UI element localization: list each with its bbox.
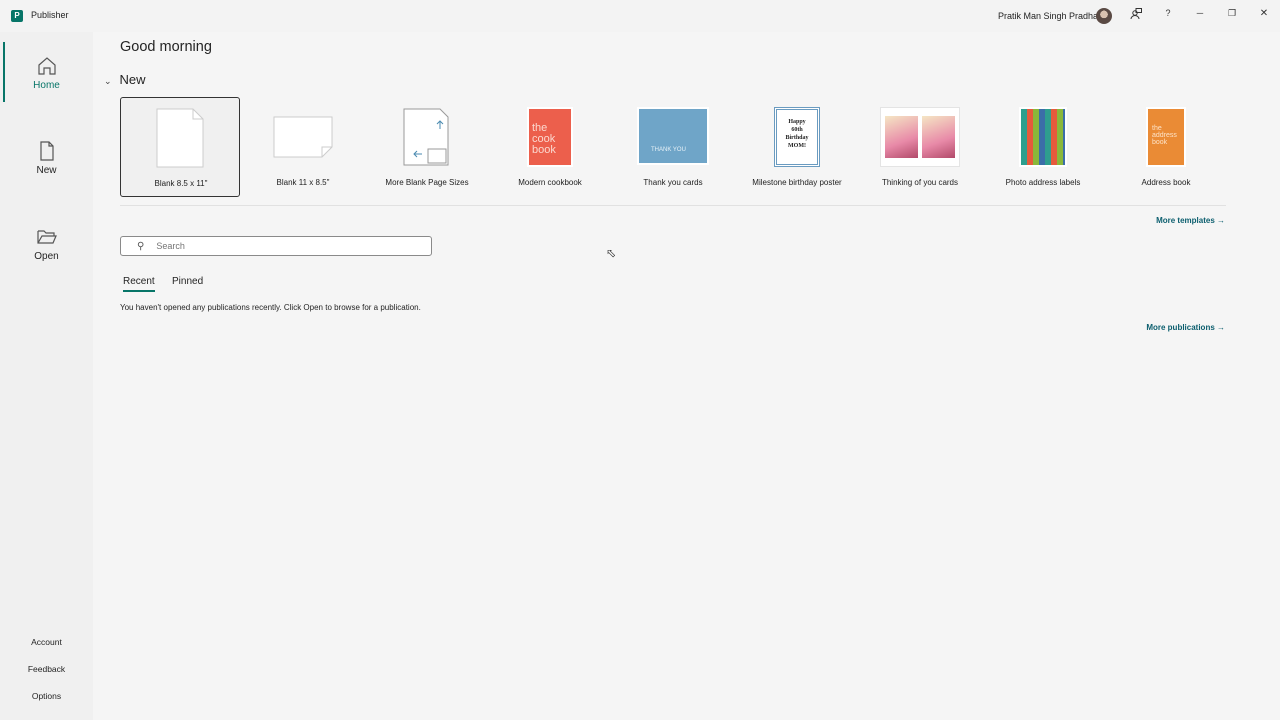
template-label: Blank 11 x 8.5" [276, 178, 330, 187]
help-icon[interactable]: ? [1160, 8, 1176, 18]
sidebar-feedback[interactable]: Feedback [0, 664, 93, 674]
sidebar-item-label: Open [34, 251, 59, 262]
avatar[interactable] [1096, 8, 1112, 24]
template-label: Photo address labels [1005, 178, 1081, 187]
new-document-icon [39, 141, 54, 161]
mouse-cursor-icon: ⬁ [606, 246, 617, 260]
feedback-icon[interactable] [1128, 8, 1144, 23]
template-blank-landscape[interactable]: Blank 11 x 8.5" [243, 97, 363, 197]
template-milestone-birthday[interactable]: Happy 60th Birthday MOM! Milestone birth… [737, 97, 857, 197]
sidebar-item-open[interactable]: Open [0, 227, 93, 262]
chevron-down-icon: ⌄ [104, 76, 112, 86]
minimize-button[interactable]: ─ [1192, 8, 1208, 18]
more-publications-link[interactable]: More publications → [1146, 323, 1225, 332]
template-address-book[interactable]: the address book Address book [1106, 97, 1226, 197]
close-button[interactable]: ✕ [1256, 8, 1272, 19]
app-title: Publisher [31, 10, 69, 20]
greeting: Good morning [120, 39, 212, 55]
address-book-thumb: the address book [1146, 107, 1186, 167]
template-label: Modern cookbook [518, 178, 582, 187]
template-thank-you-cards[interactable]: THANK YOU Thank you cards [613, 97, 733, 197]
tab-pinned[interactable]: Pinned [172, 276, 203, 290]
publisher-logo-icon: P [11, 10, 23, 22]
user-name[interactable]: Pratik Man Singh Pradhan [998, 11, 1103, 21]
new-section-toggle[interactable]: ⌄ New [104, 72, 146, 87]
template-label: Milestone birthday poster [752, 178, 842, 187]
cookbook-thumb: the cook book [527, 107, 573, 167]
tab-recent[interactable]: Recent [123, 276, 155, 292]
template-thinking-of-you[interactable]: Thinking of you cards [860, 97, 980, 197]
new-header: New [119, 72, 146, 87]
sidebar-item-home[interactable]: Home [0, 56, 93, 91]
search-icon: ⚲ [137, 240, 145, 252]
thank-you-thumb: THANK YOU [637, 107, 709, 165]
home-icon [37, 57, 56, 75]
birthday-thumb: Happy 60th Birthday MOM! [774, 107, 820, 167]
search-box[interactable]: ⚲ [120, 236, 432, 256]
sidebar-options[interactable]: Options [0, 691, 93, 701]
labels-thumb [1019, 107, 1067, 167]
more-templates-link[interactable]: More templates → [1156, 216, 1225, 225]
blank-portrait-thumb [155, 108, 205, 168]
sidebar: Home New Open Account Feedback Options [0, 32, 93, 720]
restore-button[interactable]: ❐ [1224, 8, 1240, 19]
sidebar-item-label: New [36, 165, 57, 176]
template-label: Thinking of you cards [881, 178, 959, 187]
title-bar: P Publisher Pratik Man Singh Pradhan ? ─… [0, 0, 1280, 32]
thinking-thumb [880, 107, 960, 167]
template-photo-address-labels[interactable]: Photo address labels [983, 97, 1103, 197]
search-input[interactable] [156, 241, 417, 251]
blank-landscape-thumb [272, 107, 334, 167]
template-blank-portrait[interactable]: Blank 8.5 x 11" [120, 97, 240, 197]
template-modern-cookbook[interactable]: the cook book Modern cookbook [490, 97, 610, 197]
folder-open-icon [36, 230, 57, 244]
template-label: Blank 8.5 x 11" [154, 179, 208, 188]
empty-recent-message: You haven't opened any publications rece… [120, 303, 421, 312]
page-sizes-icon [396, 107, 458, 167]
sidebar-account[interactable]: Account [0, 637, 93, 647]
template-label: Thank you cards [643, 178, 703, 187]
sidebar-item-label: Home [33, 80, 60, 91]
template-more-blank-sizes[interactable]: More Blank Page Sizes [367, 97, 487, 197]
template-label: More Blank Page Sizes [385, 178, 469, 187]
sidebar-item-new[interactable]: New [0, 141, 93, 176]
template-label: Address book [1141, 178, 1191, 187]
divider [120, 205, 1226, 206]
